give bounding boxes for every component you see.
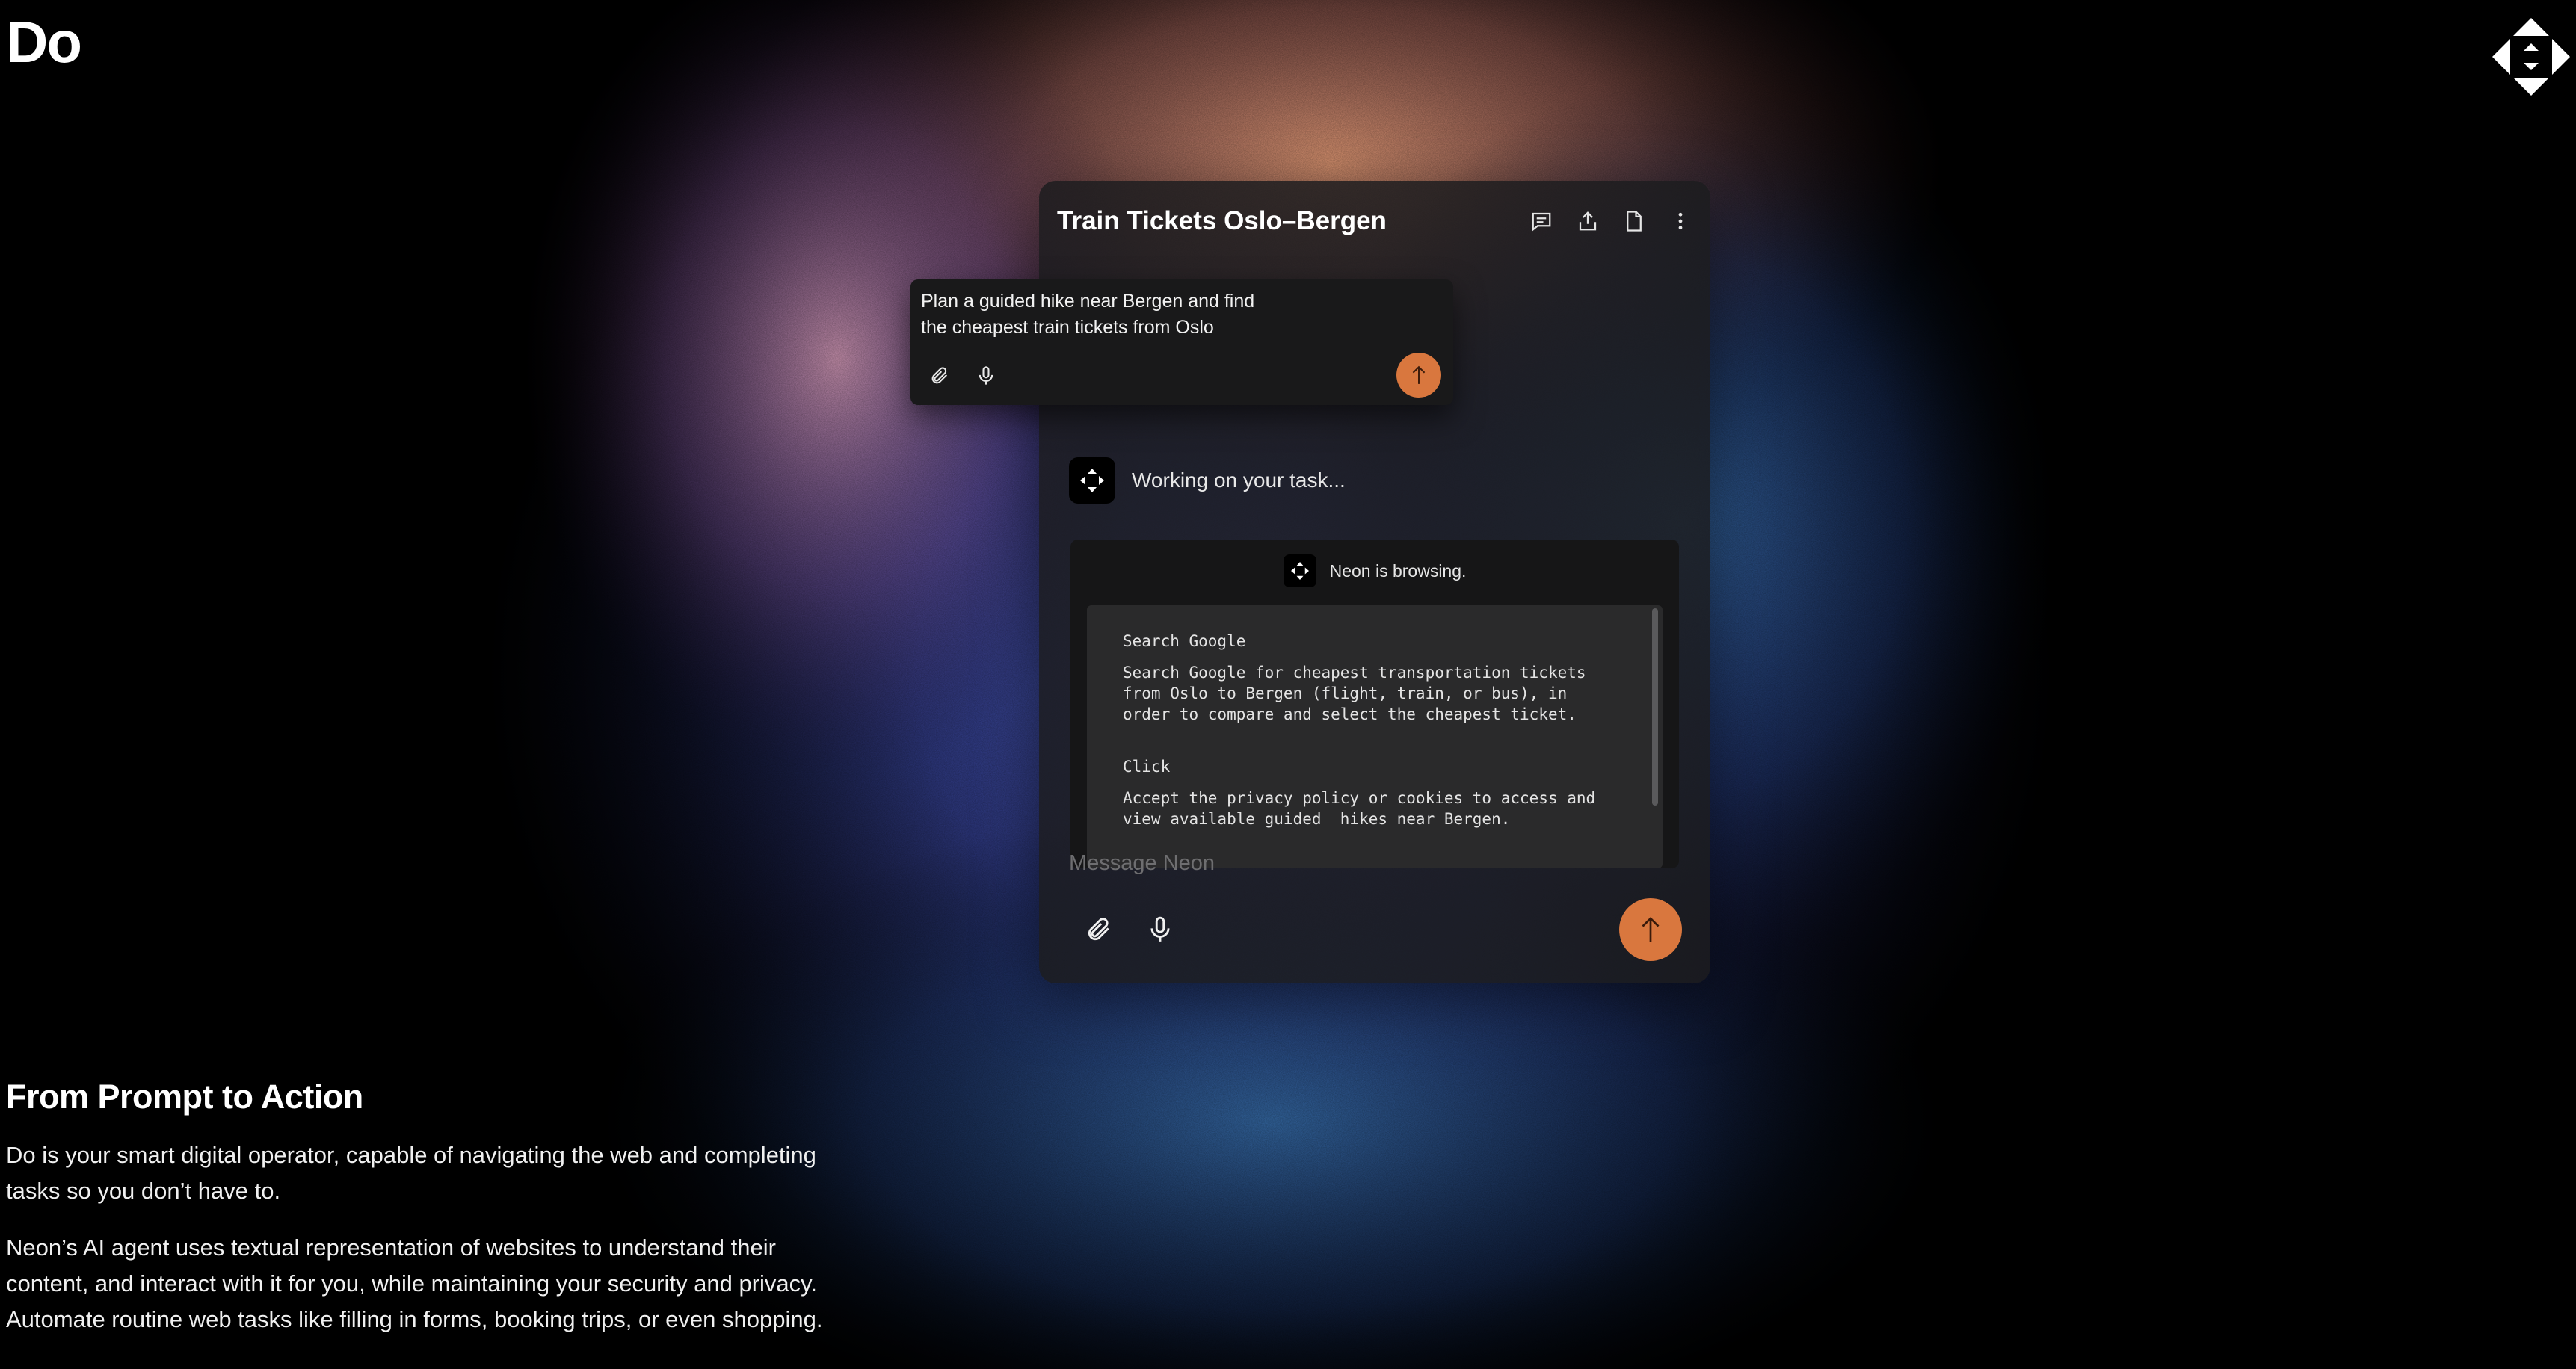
diamond-arrows-logo-icon[interactable] [2492,18,2570,96]
prompt-attach-paperclip-icon[interactable] [927,363,952,389]
more-vertical-icon[interactable] [1668,209,1692,233]
description-paragraph: Neon’s AI agent uses textual representat… [6,1230,873,1338]
status-text: Working on your task... [1132,469,1346,492]
neon-avatar-icon [1069,457,1115,504]
log-entry: Click Accept the privacy policy or cooki… [1123,756,1646,829]
microphone-icon[interactable] [1144,913,1177,946]
log-description: Accept the privacy policy or cookies to … [1123,789,1596,828]
header-actions [1529,209,1692,233]
message-composer [1039,837,1710,983]
neon-mini-avatar-icon [1283,554,1316,587]
log-description: Search Google for cheapest transportatio… [1123,664,1586,723]
prompt-microphone-icon[interactable] [973,363,999,389]
prompt-text: Plan a guided hike near Bergen and find … [921,288,1340,341]
attach-paperclip-icon[interactable] [1082,913,1115,946]
chat-title: Train Tickets Oslo–Bergen [1057,206,1387,235]
prompt-line: Plan a guided hike near Bergen and find [921,291,1255,312]
send-button[interactable] [1619,898,1682,961]
prompt-card: Plan a guided hike near Bergen and find … [910,279,1453,405]
log-scrollbar[interactable] [1652,608,1658,806]
chat-header: Train Tickets Oslo–Bergen [1057,199,1692,244]
log-entry: Search Google Search Google for cheapest… [1123,631,1646,725]
marketing-section: From Prompt to Action Do is your smart d… [6,1078,873,1359]
share-icon[interactable] [1576,209,1600,233]
log-action: Search Google [1123,632,1246,650]
paragraph-line: content, and interact with it for you, w… [6,1270,817,1297]
paragraph-line: Neon’s AI agent uses textual representat… [6,1234,776,1261]
section-heading: From Prompt to Action [6,1078,363,1116]
browsing-header: Neon is browsing. [1070,540,1679,602]
log-action: Click [1123,758,1171,776]
paragraph-line: Automate routine web tasks like filling … [6,1306,823,1332]
browsing-panel: Neon is browsing. Search Google Search G… [1070,540,1679,868]
brand-logo-text[interactable]: Do [6,10,82,75]
intro-paragraph: Do is your smart digital operator, capab… [6,1137,873,1209]
status-row: Working on your task... [1069,457,1346,504]
prompt-send-button[interactable] [1396,353,1441,398]
browsing-label: Neon is browsing. [1329,560,1467,581]
paragraph-line: Do is your smart digital operator, capab… [6,1142,816,1168]
prompt-line: the cheapest train tickets from Oslo [921,317,1214,338]
message-input[interactable] [1067,844,1594,882]
action-log[interactable]: Search Google Search Google for cheapest… [1087,605,1663,868]
page: Do Train Tickets Oslo–Bergen Working on … [0,0,2576,1369]
paragraph-line: tasks so you don’t have to. [6,1178,281,1204]
chat-bubble-icon[interactable] [1529,209,1553,233]
document-icon[interactable] [1622,209,1646,233]
